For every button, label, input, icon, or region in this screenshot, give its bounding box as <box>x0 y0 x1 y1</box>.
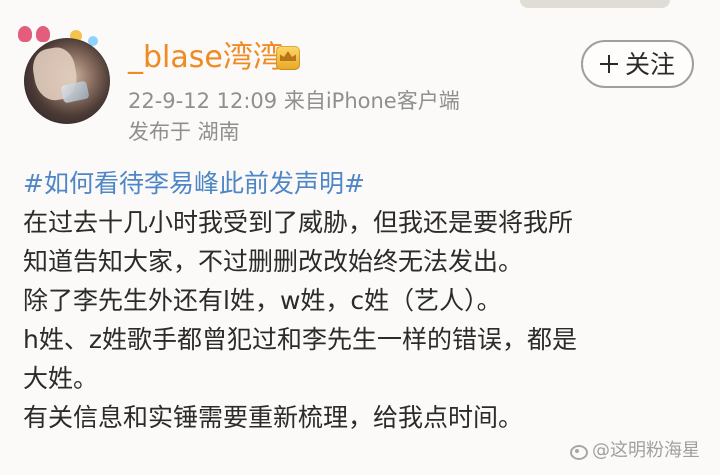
follow-label: 关注 <box>624 49 675 79</box>
watermark: @这明粉海星 <box>568 440 700 462</box>
post-location: 发布于 湖南 <box>128 120 240 144</box>
post-line: 知道告知大家，不过删删改改始终无法发出。 <box>23 247 524 276</box>
pink-ear-icon <box>18 26 32 42</box>
post-line: 在过去十几小时我受到了威胁，但我还是要将我所 <box>23 208 574 237</box>
post-line: 除了李先生外还有l姓，w姓，c姓（艺人）。 <box>23 286 502 315</box>
follow-button[interactable]: 关注 <box>581 40 694 88</box>
username[interactable]: _blase湾湾 <box>128 40 283 76</box>
post-timestamp: 22-9-12 12:09 来自iPhone客户端 <box>128 89 460 113</box>
weibo-icon <box>568 441 588 461</box>
pink-ear-icon <box>36 26 50 42</box>
top-status-strip <box>0 0 720 16</box>
post-line: h姓、z姓歌手都曾犯过和李先生一样的错误，都是 <box>23 325 577 354</box>
post-line: 有关信息和实锤需要重新梳理，给我点时间。 <box>23 403 524 432</box>
watermark-text: @这明粉海星 <box>592 440 700 461</box>
plus-icon <box>599 55 618 73</box>
avatar[interactable] <box>24 38 110 124</box>
post-line: 大姓。 <box>23 364 99 393</box>
crown-icon <box>276 46 300 70</box>
hashtag-link[interactable]: #如何看待李易峰此前发声明# <box>23 164 705 203</box>
top-chip <box>520 0 670 8</box>
post-body: #如何看待李易峰此前发声明# 在过去十几小时我受到了威胁，但我还是要将我所 知道… <box>23 164 705 437</box>
